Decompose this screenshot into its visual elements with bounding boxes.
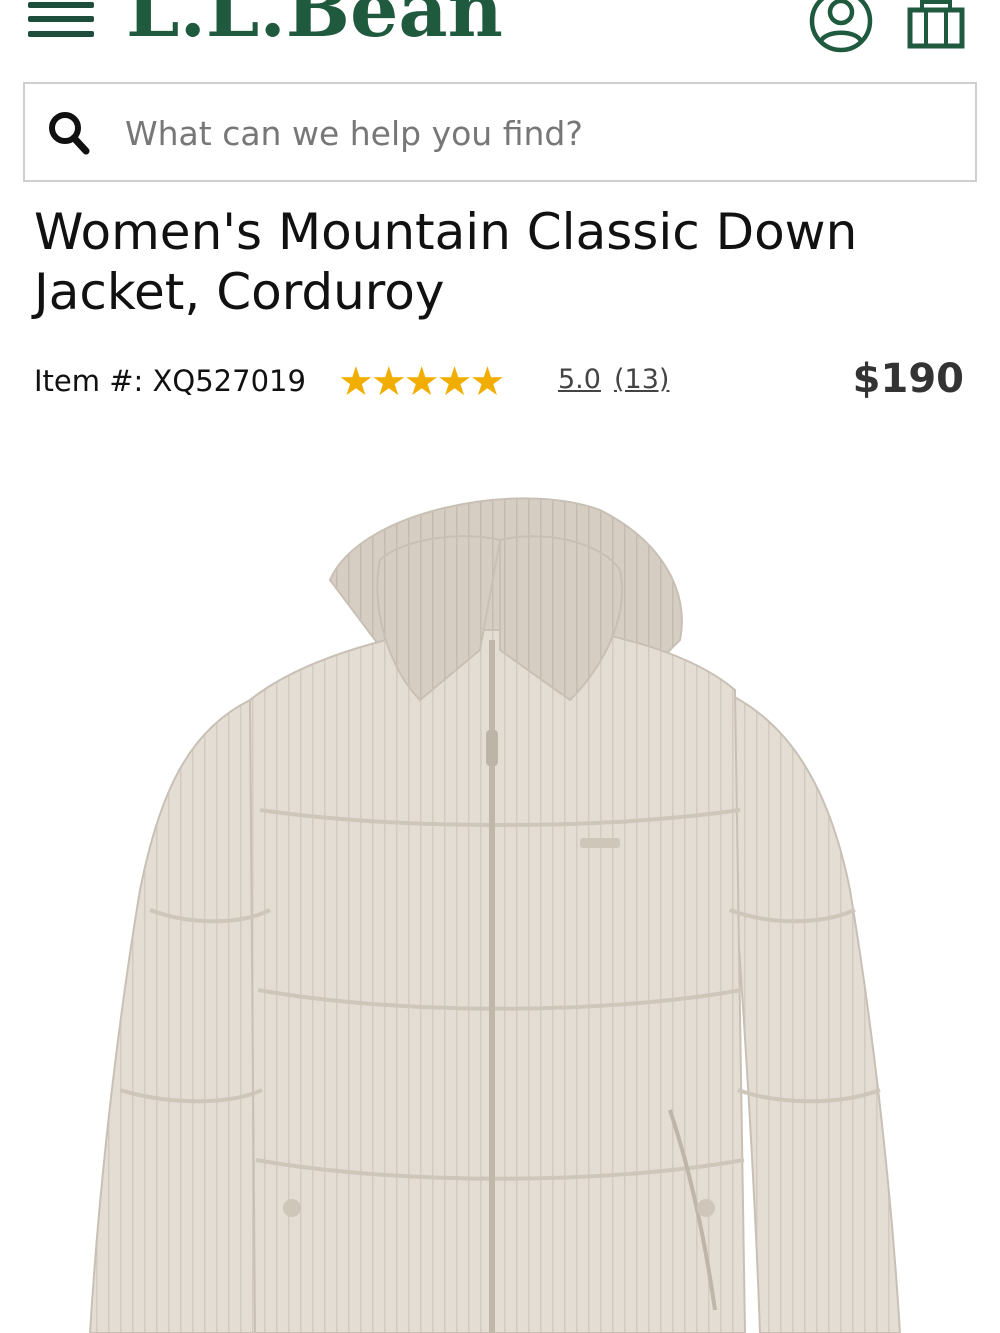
product-title: Women's Mountain Classic Down Jacket, Co…	[34, 203, 858, 321]
search-input[interactable]	[125, 104, 945, 162]
product-image[interactable]	[0, 470, 1000, 1333]
review-count-link[interactable]: (13)	[614, 364, 669, 395]
account-icon[interactable]	[808, 0, 874, 54]
cart-icon[interactable]	[904, 0, 968, 50]
item-number: Item #: XQ527019	[34, 364, 306, 398]
menu-bar	[28, 2, 94, 8]
site-header: L.L.Bean	[0, 0, 1000, 70]
menu-icon[interactable]	[28, 0, 96, 42]
rating-value-link[interactable]: 5.0	[558, 364, 601, 395]
menu-bar	[28, 31, 94, 37]
menu-bar	[28, 16, 94, 22]
product-price: $190	[852, 356, 964, 402]
llbean-logo[interactable]: L.L.Bean	[126, 0, 503, 50]
search-bar[interactable]	[23, 82, 977, 182]
product-meta-row: Item #: XQ527019 ★★★★★ 5.0 (13) $190	[0, 352, 1000, 412]
star-rating-icons[interactable]: ★★★★★	[338, 360, 505, 404]
search-icon[interactable]	[47, 110, 91, 156]
